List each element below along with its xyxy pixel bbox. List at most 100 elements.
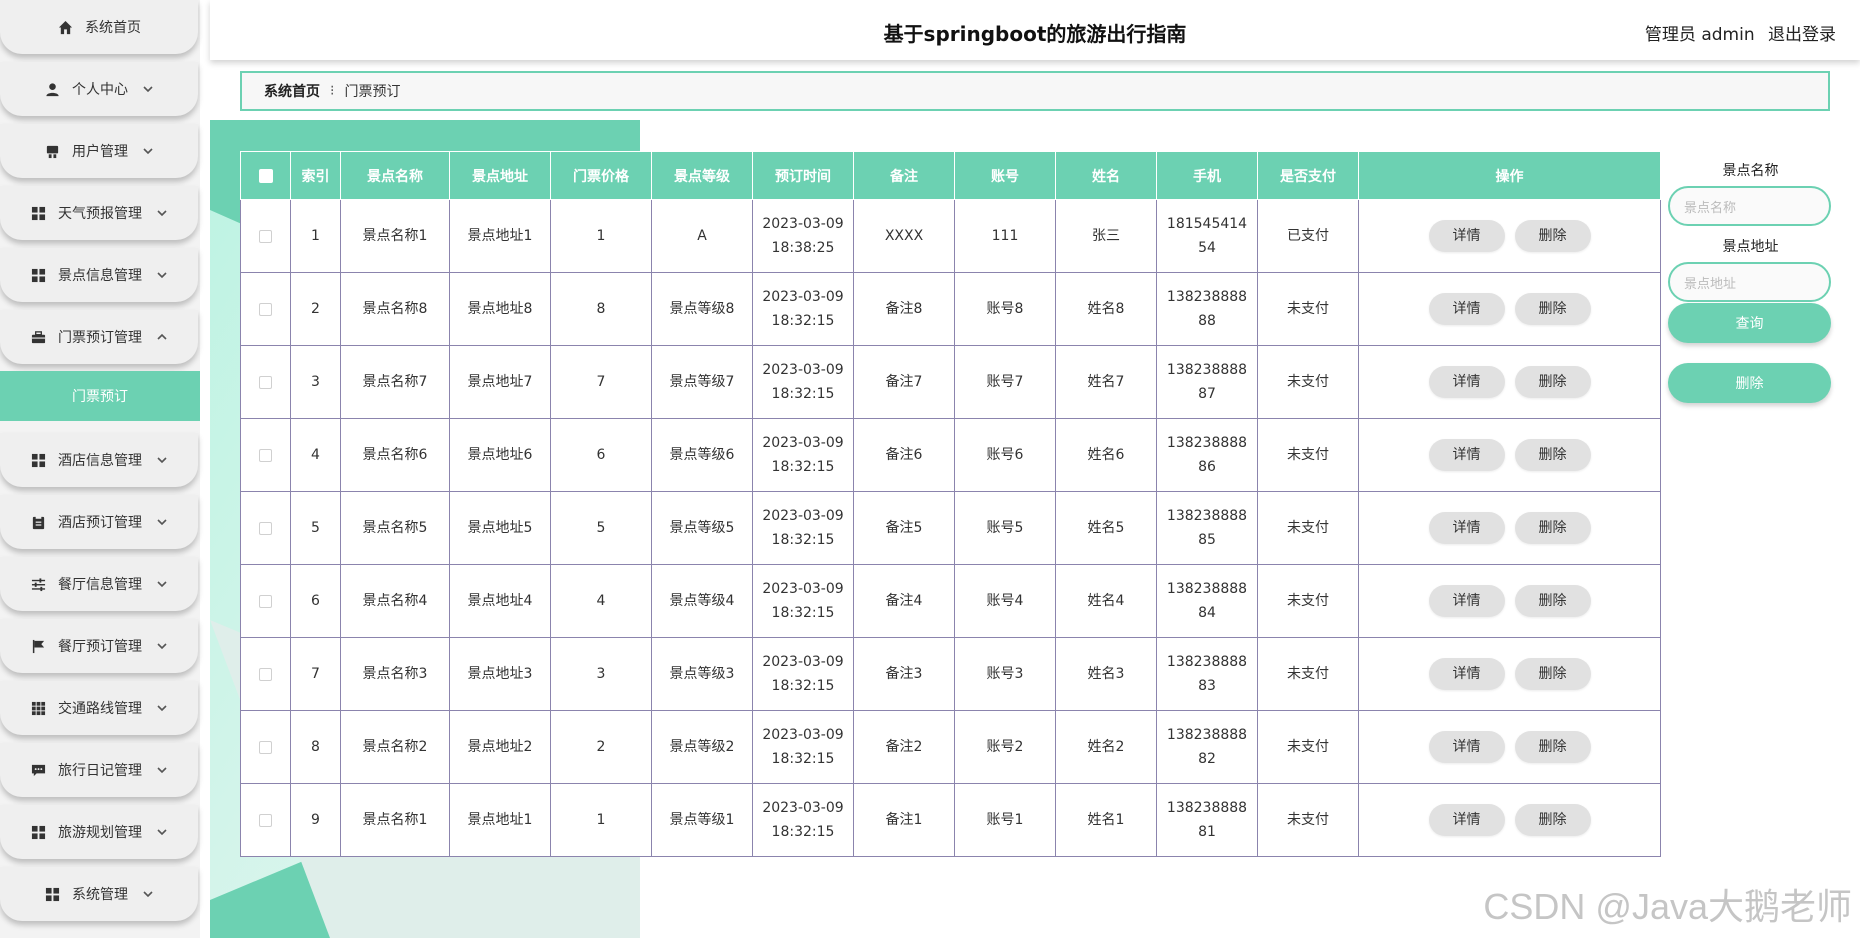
cell-phone: 138238888 84	[1156, 564, 1258, 638]
column-header: 账号	[954, 151, 1056, 200]
cell-account: 111	[954, 199, 1056, 273]
cell-person: 姓名7	[1055, 345, 1157, 419]
cell-account: 账号2	[954, 710, 1056, 784]
booking-time: 18:38:25	[771, 240, 835, 256]
sidebar-item[interactable]: 天气预报管理	[0, 186, 198, 240]
sidebar-subitem-active[interactable]: 门票预订	[0, 371, 200, 421]
cell-booking-time: 2023-03-09 18:32:15	[752, 491, 854, 565]
delete-button[interactable]: 删除	[1514, 366, 1591, 398]
detail-button[interactable]: 详情	[1428, 804, 1505, 836]
delete-button[interactable]: 删除	[1514, 658, 1591, 690]
delete-button[interactable]: 删除	[1514, 804, 1591, 836]
sidebar-item[interactable]: 门票预订管理	[0, 310, 198, 364]
sidebar-item-label: 系统首页	[85, 20, 141, 36]
detail-button[interactable]: 详情	[1428, 512, 1505, 544]
cell-account: 账号7	[954, 345, 1056, 419]
cell-level: 景点等级6	[651, 418, 753, 492]
sidebar-item[interactable]: 旅行日记管理	[0, 743, 198, 797]
grid-icon	[30, 452, 46, 468]
detail-button[interactable]: 详情	[1428, 585, 1505, 617]
sidebar-item[interactable]: 交通路线管理	[0, 681, 198, 735]
booking-time: 18:32:15	[771, 678, 835, 694]
detail-button[interactable]: 详情	[1428, 731, 1505, 763]
detail-button[interactable]: 详情	[1428, 366, 1505, 398]
booking-date: 2023-03-09	[762, 435, 844, 451]
cell-account: 账号5	[954, 491, 1056, 565]
row-checkbox[interactable]	[240, 637, 291, 711]
phone-line-1: 138238888	[1166, 654, 1248, 670]
row-checkbox[interactable]	[240, 345, 291, 419]
chevron-down-icon	[156, 640, 168, 652]
detail-button[interactable]: 详情	[1428, 220, 1505, 252]
booking-date: 2023-03-09	[762, 289, 844, 305]
sidebar-item[interactable]: 酒店信息管理	[0, 433, 198, 487]
cell-level: 景点等级8	[651, 272, 753, 346]
sidebar-item[interactable]: 景点信息管理	[0, 248, 198, 302]
cell-phone: 138238888 85	[1156, 491, 1258, 565]
name-search-input[interactable]: 景点名称	[1668, 186, 1831, 226]
delete-button[interactable]: 删除	[1514, 512, 1591, 544]
delete-button[interactable]: 删除	[1514, 220, 1591, 252]
breadcrumb-home[interactable]: 系统首页	[264, 81, 320, 101]
delete-button[interactable]: 删除	[1514, 293, 1591, 325]
query-button[interactable]: 查询	[1668, 303, 1831, 343]
batch-delete-button[interactable]: 删除	[1668, 363, 1831, 403]
row-checkbox[interactable]	[240, 783, 291, 857]
delete-button[interactable]: 删除	[1514, 731, 1591, 763]
cell-phone: 138238888 82	[1156, 710, 1258, 784]
column-header: 景点等级	[651, 151, 753, 200]
sidebar-item[interactable]: 旅游规划管理	[0, 805, 198, 859]
booking-time: 18:32:15	[771, 532, 835, 548]
cell-index: 7	[290, 637, 341, 711]
phone-line-1: 181545414	[1166, 216, 1248, 232]
chevron-down-icon	[156, 454, 168, 466]
delete-button[interactable]: 删除	[1514, 585, 1591, 617]
sidebar-item[interactable]: 餐厅信息管理	[0, 557, 198, 611]
row-checkbox[interactable]	[240, 564, 291, 638]
cell-index: 8	[290, 710, 341, 784]
sidebar-item[interactable]: 系统管理	[0, 867, 198, 921]
sidebar-item[interactable]: 个人中心	[0, 62, 198, 116]
row-checkbox[interactable]	[240, 710, 291, 784]
cell-level: 景点等级3	[651, 637, 753, 711]
booking-date: 2023-03-09	[762, 216, 844, 232]
delete-button[interactable]: 删除	[1514, 439, 1591, 471]
booking-date: 2023-03-09	[762, 508, 844, 524]
logout-link[interactable]: 退出登录	[1768, 25, 1836, 45]
chevron-down-icon	[156, 207, 168, 219]
cell-account: 账号8	[954, 272, 1056, 346]
column-header: 索引	[290, 151, 341, 200]
cell-address: 景点地址8	[449, 272, 551, 346]
sidebar-item[interactable]: 餐厅预订管理	[0, 619, 198, 673]
row-checkbox[interactable]	[240, 418, 291, 492]
column-header: 景点地址	[449, 151, 551, 200]
phone-line-1: 138238888	[1166, 508, 1248, 524]
select-all-checkbox[interactable]	[240, 151, 291, 200]
sidebar-item-label: 景点信息管理	[58, 268, 142, 284]
cell-actions: 详情 删除	[1358, 637, 1661, 711]
name-label: 景点名称	[1722, 163, 1779, 179]
detail-button[interactable]: 详情	[1428, 439, 1505, 471]
sidebar-item-label: 门票预订管理	[58, 330, 142, 346]
table-row: 6 景点名称4 景点地址4 4 景点等级4 2023-03-09 18:32:15 备注4 账号…	[240, 564, 1661, 638]
chevron-down-icon	[156, 764, 168, 776]
cell-booking-time: 2023-03-09 18:32:15	[752, 783, 854, 857]
table-row: 5 景点名称5 景点地址5 5 景点等级5 2023-03-09 18:32:15 备注5 账号…	[240, 491, 1661, 565]
row-checkbox[interactable]	[240, 491, 291, 565]
phone-line-2: 54	[1198, 240, 1216, 256]
detail-button[interactable]: 详情	[1428, 658, 1505, 690]
row-checkbox[interactable]	[240, 272, 291, 346]
sidebar-item[interactable]: 用户管理	[0, 124, 198, 178]
table-row: 9 景点名称1 景点地址1 1 景点等级1 2023-03-09 18:32:15 备注1 账号…	[240, 783, 1661, 857]
booking-time: 18:32:15	[771, 313, 835, 329]
cell-paid: 未支付	[1257, 710, 1359, 784]
sidebar-item[interactable]: 系统首页	[0, 0, 198, 54]
row-checkbox[interactable]	[240, 199, 291, 273]
cell-price: 2	[550, 710, 652, 784]
sidebar-item-label: 用户管理	[72, 144, 128, 160]
address-search-input[interactable]: 景点地址	[1668, 262, 1831, 302]
phone-line-1: 138238888	[1166, 362, 1248, 378]
cell-booking-time: 2023-03-09 18:32:15	[752, 637, 854, 711]
sidebar-item[interactable]: 酒店预订管理	[0, 495, 198, 549]
detail-button[interactable]: 详情	[1428, 293, 1505, 325]
